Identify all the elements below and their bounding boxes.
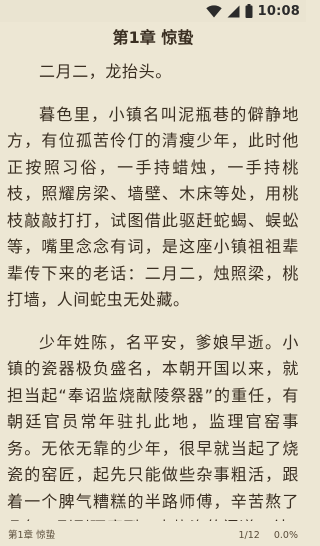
status-clock: 10:08: [257, 3, 300, 19]
paragraph: 二月二，龙抬头。: [39, 62, 172, 81]
battery-icon: [245, 4, 253, 18]
status-icons: 10:08: [205, 2, 300, 20]
footer-progress: 1/12 0.0%: [239, 528, 298, 544]
status-bar: 10:08: [0, 0, 306, 22]
paragraph: 暮色里，小镇名叫泥瓶巷的僻静地方，有位孤苦伶仃的清瘦少年，此时他正按照习俗，一手…: [7, 104, 299, 310]
footer-percent: 0.0%: [273, 530, 298, 541]
footer-chapter-name: 第1章 惊蛰: [8, 530, 56, 541]
reader-footer: 第1章 惊蛰 1/12 0.0%: [0, 528, 306, 544]
paragraph: 少年姓陈，名平安，爹娘早逝。小镇的瓷器极负盛名，本朝开国以来，就担当起“奉诏监烧…: [7, 332, 299, 522]
reader-content[interactable]: 二月二，龙抬头。 暮色里，小镇名叫泥瓶巷的僻静地方，有位孤苦伶仃的清瘦少年，此时…: [7, 59, 299, 521]
wifi-icon: [205, 4, 222, 18]
signal-icon: [227, 5, 240, 18]
chapter-title: 第1章 惊蛰: [112, 28, 194, 47]
footer-page-number: 1/12: [238, 530, 260, 541]
